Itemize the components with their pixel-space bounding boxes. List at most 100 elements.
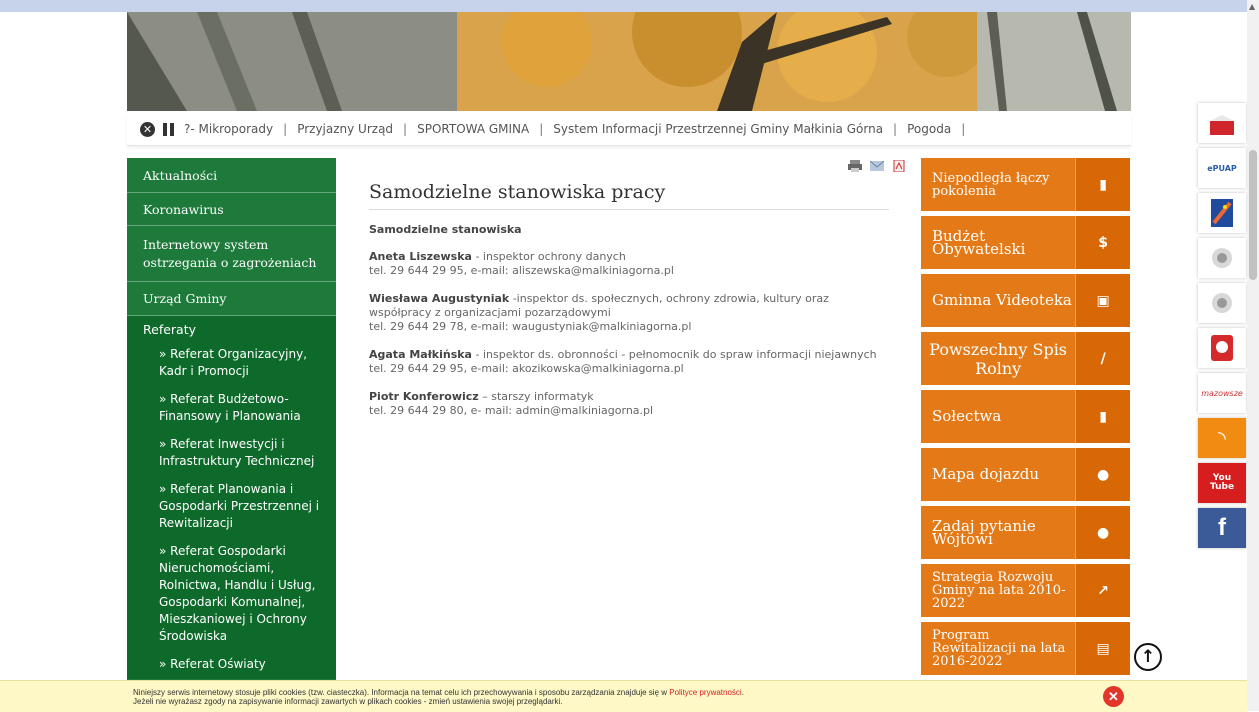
film-icon: ▣	[1075, 274, 1130, 327]
mazowsze-logo: mazowsze	[1201, 388, 1243, 398]
facebook-link[interactable]: f	[1198, 508, 1246, 548]
submenu-link-oswiaty[interactable]: » Referat Oświaty	[127, 651, 336, 679]
main-content: Samodzielne stanowiska pracy Samodzielne…	[369, 158, 891, 418]
pin-icon: ●	[1075, 448, 1130, 501]
eu-flag-icon	[1211, 199, 1233, 227]
staff-name: Aneta Liszewska	[369, 250, 472, 263]
nav-link-sportowa-gmina[interactable]: SPORTOWA GMINA	[407, 122, 539, 136]
pencil-icon: /	[1075, 332, 1130, 385]
documents-icon: ▤	[1075, 622, 1130, 675]
close-icon: ✕	[1108, 688, 1119, 704]
bip-logo-icon	[1210, 115, 1234, 135]
submenu-heading[interactable]: Referaty	[127, 316, 336, 341]
quick-links-column: Niepodległa łączy pokolenia ▮ Budżet Obyw…	[921, 158, 1130, 680]
staff-entry: Aneta Liszewska - inspektor ochrony dany…	[369, 250, 891, 278]
tile-budzet-obywatelski[interactable]: Budżet Obywatelski $	[921, 216, 1130, 269]
mazowsze-link[interactable]: mazowsze	[1198, 373, 1246, 413]
epuap-link[interactable]: ePUAP	[1198, 148, 1246, 188]
rss-link[interactable]: ◝	[1198, 418, 1246, 458]
sidebar-item-ostrzeganie[interactable]: Internetowy system ostrzegania o zagroże…	[127, 226, 336, 282]
chart-icon: ↗	[1075, 564, 1130, 617]
cookie-text-line-2: Jeżeli nie wyrażasz zgody na zapisywanie…	[133, 697, 563, 706]
submenu-link-inwestycji[interactable]: » Referat Inwestycji i Infrastruktury Te…	[127, 431, 336, 476]
staff-contact: tel. 29 644 29 95, e-mail: aliszewska@ma…	[369, 264, 674, 277]
tile-niepodlegla[interactable]: Niepodległa łączy pokolenia ▮	[921, 158, 1130, 211]
eagle-emblem-icon	[1212, 248, 1232, 268]
cookie-text-end: .	[741, 688, 744, 697]
tile-zadaj-pytanie[interactable]: Zadaj pytanie Wójtowi ●	[921, 506, 1130, 559]
staff-contact: tel. 29 644 29 95, e-mail: akozikowska@m…	[369, 362, 684, 375]
youtube-icon: You Tube	[1210, 474, 1234, 492]
staff-entry: Agata Małkińska - inspektor ds. obronnoś…	[369, 348, 891, 376]
submenu-link-budzetowo[interactable]: » Referat Budżetowo-Finansowy i Planowan…	[127, 386, 336, 431]
eu-funds-link[interactable]	[1198, 193, 1246, 233]
rss-icon: ◝	[1218, 426, 1226, 450]
bip-link[interactable]	[1198, 103, 1246, 143]
tile-mapa-dojazdu[interactable]: Mapa dojazdu ●	[921, 448, 1130, 501]
tile-label: Mapa dojazdu	[932, 465, 1040, 483]
submenu-link-organizacyjny[interactable]: » Referat Organizacyjny, Kadr i Promocji	[127, 341, 336, 386]
page-title: Samodzielne stanowiska pracy	[369, 181, 889, 210]
youtube-label-bottom: Tube	[1209, 482, 1235, 492]
staff-name: Agata Małkińska	[369, 348, 472, 361]
emblem-link-2[interactable]	[1198, 283, 1246, 323]
header-banner-image	[127, 12, 1131, 111]
tile-gminna-videoteka[interactable]: Gminna Videoteka ▣	[921, 274, 1130, 327]
tile-label: Powszechny Spis Rolny	[929, 339, 1068, 378]
back-to-top-button[interactable]: ↑	[1134, 643, 1162, 671]
facebook-icon: f	[1218, 514, 1226, 541]
staff-entry: Piotr Konferowicz – starszy informatyk t…	[369, 390, 891, 418]
nav-link-przyjazny-urzad[interactable]: Przyjazny Urząd	[287, 122, 403, 136]
vertical-scrollbar[interactable]	[1247, 0, 1259, 711]
staff-contact: tel. 29 644 29 78, e-mail: waugustyniak@…	[369, 320, 692, 333]
close-slider-icon[interactable]: ✕	[140, 121, 155, 137]
staff-entry: Wiesława Augustyniak -inspektor ds. społ…	[369, 292, 891, 334]
eagle-emblem-icon	[1212, 293, 1232, 313]
social-links: ePUAP mazowsze ◝ You Tube f	[1198, 103, 1246, 553]
poland-emblem-link[interactable]	[1198, 328, 1246, 368]
tile-program-rewitalizacji[interactable]: Program Rewitalizacji na lata 2016-2022 ▤	[921, 622, 1130, 675]
staff-role: - inspektor ochrony danych	[471, 250, 626, 263]
sidebar-item-label: Internetowy system ostrzegania o zagroże…	[143, 236, 317, 270]
poland-emblem-icon	[1211, 335, 1233, 361]
nav-link-pogoda[interactable]: Pogoda	[897, 122, 961, 136]
cookie-banner: Niniejszy serwis internetowy stosuje pli…	[0, 680, 1247, 712]
staff-name: Wiesława Augustyniak	[369, 292, 510, 305]
nav-separator: |	[961, 122, 966, 136]
browser-top-strip	[0, 0, 1259, 12]
arrow-up-icon: ↑	[1140, 647, 1156, 667]
tile-label: Strategia Rozwoju Gminy na lata 2010-202…	[932, 570, 1066, 611]
pdf-icon[interactable]	[892, 159, 906, 173]
pause-icon[interactable]	[163, 122, 174, 136]
nav-link-mikroporady[interactable]: ?- Mikroporady	[174, 122, 283, 136]
tile-spis-rolny[interactable]: Powszechny Spis Rolny /	[921, 332, 1130, 385]
tile-label: Program Rewitalizacji na lata 2016-2022	[932, 628, 1066, 669]
cookie-close-button[interactable]: ✕	[1103, 686, 1124, 707]
submenu-link-planowania[interactable]: » Referat Planowania i Gospodarki Przest…	[127, 476, 336, 538]
emblem-link-1[interactable]	[1198, 238, 1246, 278]
staff-contact: tel. 29 644 29 80, e- mail: admin@malkin…	[369, 404, 654, 417]
staff-role: - inspektor ds. obronności - pełnomocnik…	[471, 348, 877, 361]
tile-label: Gminna Videoteka	[932, 291, 1072, 309]
sidebar-submenu-referaty: Referaty » Referat Organizacyjny, Kadr i…	[127, 316, 336, 679]
section-heading: Samodzielne stanowiska	[369, 223, 522, 236]
scroll-up-arrow-icon[interactable]: ▲	[1249, 2, 1255, 11]
nav-link-sip[interactable]: System Informacji Przestrzennej Gminy Ma…	[543, 122, 893, 136]
cookie-text: Niniejszy serwis internetowy stosuje pli…	[133, 688, 670, 697]
privacy-policy-link[interactable]: Polityce prywatności	[669, 688, 741, 697]
map-icon: ▮	[1075, 158, 1130, 211]
sidebar-item-koronawirus[interactable]: Koronawirus	[127, 193, 336, 226]
submenu-link-nieruchomosci[interactable]: » Referat Gospodarki Nieruchomościami, R…	[127, 538, 336, 651]
epuap-label: ePUAP	[1207, 163, 1237, 173]
tile-strategia-rozwoju[interactable]: Strategia Rozwoju Gminy na lata 2010-202…	[921, 564, 1130, 617]
chat-icon: ●	[1075, 506, 1130, 559]
sidebar-item-label: Aktualności	[143, 167, 218, 183]
youtube-link[interactable]: You Tube	[1198, 463, 1246, 503]
sidebar-item-urzad-gminy[interactable]: Urząd Gminy	[127, 282, 336, 316]
sidebar-item-aktualnosci[interactable]: Aktualności	[127, 158, 336, 193]
cookie-text-line-1: Niniejszy serwis internetowy stosuje pli…	[133, 688, 744, 697]
tile-solectwa[interactable]: Sołectwa ▮	[921, 390, 1130, 443]
tile-label: Niepodległa łączy pokolenia	[932, 170, 1050, 199]
tile-label: Budżet Obywatelski	[932, 226, 1026, 258]
scrollbar-thumb[interactable]	[1249, 150, 1257, 280]
